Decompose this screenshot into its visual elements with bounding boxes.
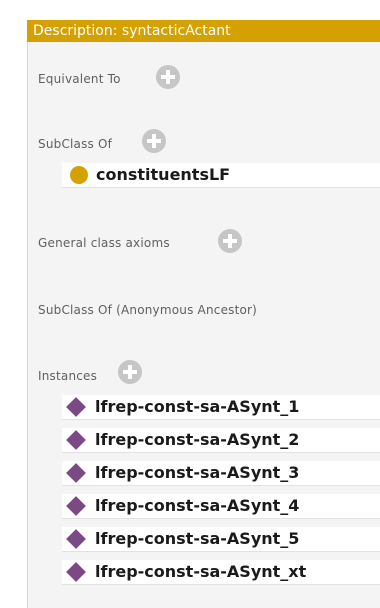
subclass-item-label: constituentsLF <box>96 165 231 184</box>
instance-item[interactable]: lfrep-const-sa-ASynt_5 <box>62 527 380 552</box>
instance-label: lfrep-const-sa-ASynt_1 <box>95 397 300 416</box>
description-title: Description: syntacticActant <box>33 23 231 39</box>
individual-diamond-icon <box>66 529 86 549</box>
instance-item[interactable]: lfrep-const-sa-ASynt_3 <box>62 461 380 486</box>
equivalent-to-label: Equivalent To <box>38 72 121 86</box>
instance-item[interactable]: lfrep-const-sa-ASynt_xt <box>62 560 380 585</box>
class-circle-icon <box>70 166 88 184</box>
instance-item[interactable]: lfrep-const-sa-ASynt_1 <box>62 395 380 420</box>
subclass-item[interactable]: constituentsLF <box>62 163 380 188</box>
add-equivalent-button[interactable] <box>156 65 180 89</box>
general-class-axioms-label: General class axioms <box>38 236 170 250</box>
add-general-axiom-button[interactable] <box>218 229 242 253</box>
individual-diamond-icon <box>66 430 86 450</box>
description-view: Description: syntacticActant Equivalent … <box>0 0 380 608</box>
instance-label: lfrep-const-sa-ASynt_xt <box>95 562 307 581</box>
instance-label: lfrep-const-sa-ASynt_5 <box>95 529 300 548</box>
instance-label: lfrep-const-sa-ASynt_3 <box>95 463 300 482</box>
instances-label: Instances <box>38 369 98 383</box>
add-instance-button[interactable] <box>118 360 142 384</box>
individual-diamond-icon <box>66 397 86 417</box>
individual-diamond-icon <box>66 562 86 582</box>
instance-label: lfrep-const-sa-ASynt_2 <box>95 430 300 449</box>
instance-item[interactable]: lfrep-const-sa-ASynt_2 <box>62 428 380 453</box>
description-header: Description: syntacticActant <box>27 20 380 42</box>
individual-diamond-icon <box>66 463 86 483</box>
instance-label: lfrep-const-sa-ASynt_4 <box>95 496 300 515</box>
instance-item[interactable]: lfrep-const-sa-ASynt_4 <box>62 494 380 519</box>
add-subclass-button[interactable] <box>142 129 166 153</box>
anonymous-ancestor-label: SubClass Of (Anonymous Ancestor) <box>38 303 258 317</box>
description-panel <box>27 42 380 608</box>
individual-diamond-icon <box>66 496 86 516</box>
subclass-of-label: SubClass Of <box>38 137 113 151</box>
